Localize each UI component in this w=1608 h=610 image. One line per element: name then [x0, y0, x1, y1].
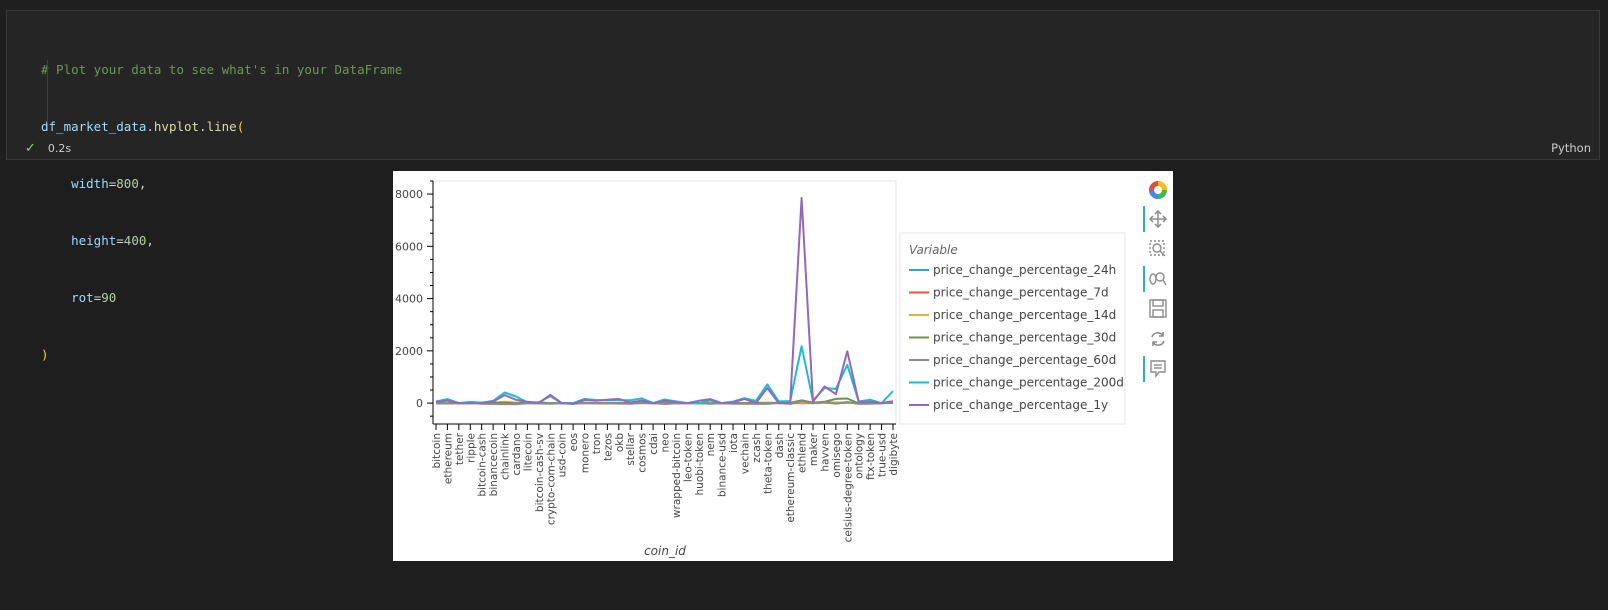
code-arg-value: 800 [116, 176, 139, 191]
legend-label: price_change_percentage_60d [933, 353, 1116, 367]
legend-label: price_change_percentage_200d [933, 376, 1124, 390]
x-tick-label: crypto-com-chain [545, 433, 557, 525]
code-line-comment: # Plot your data to see what's in your D… [41, 60, 402, 79]
x-tick-label: iota [728, 433, 740, 453]
reset-icon[interactable] [1143, 326, 1171, 352]
code-dot: . [146, 119, 154, 134]
code-close-paren: ) [41, 347, 49, 362]
x-tick-label: tether [454, 432, 466, 465]
x-tick-label: litecoin [522, 433, 534, 471]
x-tick-label: binancecoin [488, 433, 500, 496]
x-tick-label: stellar [625, 432, 637, 465]
code-line-arg-rot: rot=90 [41, 288, 402, 307]
x-tick-label: theta-token [762, 433, 774, 494]
execution-status: ✓ 0.2s [21, 139, 71, 157]
y-tick-label: 8000 [395, 188, 423, 201]
code-variable: df_market_data [41, 119, 147, 134]
x-tick-label: usd-coin [557, 433, 569, 477]
y-tick-label: 4000 [395, 293, 423, 306]
code-arg-value: 90 [101, 290, 117, 305]
code-line-arg-width: width=800, [41, 174, 402, 193]
indent-guide [47, 60, 48, 123]
x-tick-label: ftx-token [865, 433, 877, 480]
legend-box [899, 232, 1126, 425]
x-tick-label: ontology [854, 433, 866, 479]
x-tick-label: neo [660, 433, 672, 453]
code-open-paren: ( [236, 119, 245, 134]
code-arg-name: rot [71, 290, 94, 305]
code-line-call: df_market_data.hvplot.line( [41, 117, 402, 136]
x-tick-label: zcash [751, 433, 763, 463]
x-tick-label: vechain [739, 433, 751, 474]
code-line-arg-height: height=400, [41, 231, 402, 250]
code-cell[interactable]: # Plot your data to see what's in your D… [6, 10, 1600, 362]
code-arg-name: width [71, 176, 109, 191]
x-tick-label: digibyte [888, 433, 900, 476]
x-tick-label: nem [705, 433, 717, 456]
code-editor[interactable]: # Plot your data to see what's in your D… [41, 22, 402, 402]
x-tick-label: binance-usd [717, 433, 729, 497]
code-comma: , [146, 233, 154, 248]
save-icon[interactable] [1143, 296, 1171, 322]
x-tick-label: chainlink [500, 432, 512, 480]
x-tick-label: cosmos [637, 433, 649, 473]
x-tick-label: true-usd [877, 433, 889, 477]
code-function: hvplot.line [153, 119, 237, 134]
y-tick-label: 2000 [395, 345, 423, 358]
pan-icon[interactable] [1143, 206, 1171, 232]
legend-label: price_change_percentage_1y [933, 398, 1108, 412]
x-tick-label: celsius-degree-token [842, 433, 854, 542]
x-tick-label: tron [591, 433, 603, 454]
x-tick-label: ethlend [797, 433, 809, 473]
x-tick-label: okb [614, 433, 626, 453]
x-tick-label: bitcoin [431, 433, 443, 468]
x-tick-label: leo-token [682, 433, 694, 482]
x-tick-label: bitcoin-cash [477, 433, 489, 497]
code-comment: # Plot your data to see what's in your D… [41, 62, 403, 77]
x-tick-label: ripple [465, 433, 477, 463]
hover-icon[interactable] [1143, 356, 1171, 382]
x-tick-label: dash [774, 433, 786, 458]
x-tick-label: omisego [831, 433, 843, 478]
bokeh-logo-icon[interactable] [1143, 177, 1171, 203]
line-chart[interactable]: 0 2000 4000 6000 8000 bitcoin ethereum tether r… [393, 171, 1173, 561]
x-tick-label: maker [808, 432, 820, 466]
y-tick-label: 0 [416, 397, 423, 410]
x-tick-label: bitcoin-cash-sv [534, 433, 546, 512]
x-tick-label: ethereum-classic [785, 433, 797, 523]
language-selector[interactable]: Python [1551, 141, 1591, 155]
legend-label: price_change_percentage_14d [933, 308, 1116, 322]
code-arg-name: height [71, 233, 117, 248]
x-tick-label: tezos [602, 433, 614, 461]
x-tick-label: huobi-token [694, 433, 706, 495]
box-zoom-icon[interactable] [1143, 236, 1171, 262]
wheel-zoom-icon[interactable] [1143, 266, 1171, 292]
legend-label: price_change_percentage_7d [933, 286, 1109, 300]
x-tick-label: wrapped-bitcoin [671, 433, 683, 518]
x-tick-label: havven [819, 433, 831, 472]
plot-toolbar [1143, 177, 1173, 382]
code-comma: , [138, 176, 147, 191]
legend-label: price_change_percentage_30d [933, 331, 1116, 345]
check-icon: ✓ [25, 140, 36, 156]
x-tick-label: ethereum [442, 433, 454, 484]
code-arg-value: 400 [123, 233, 147, 248]
y-tick-label: 6000 [395, 240, 423, 253]
x-tick-label: monero [580, 433, 592, 473]
plot-output: 0 2000 4000 6000 8000 bitcoin ethereum tether r… [393, 171, 1173, 561]
code-equals: = [116, 233, 124, 248]
code-line-close: ) [41, 345, 402, 364]
x-tick-label: cdai [648, 433, 660, 455]
x-axis-label: coin_id [644, 544, 686, 558]
legend-title: Variable [909, 243, 958, 257]
legend-label: price_change_percentage_24h [933, 263, 1116, 277]
x-tick-label: cardano [511, 433, 523, 476]
execution-time: 0.2s [47, 141, 72, 155]
x-tick-label: eos [568, 433, 580, 451]
